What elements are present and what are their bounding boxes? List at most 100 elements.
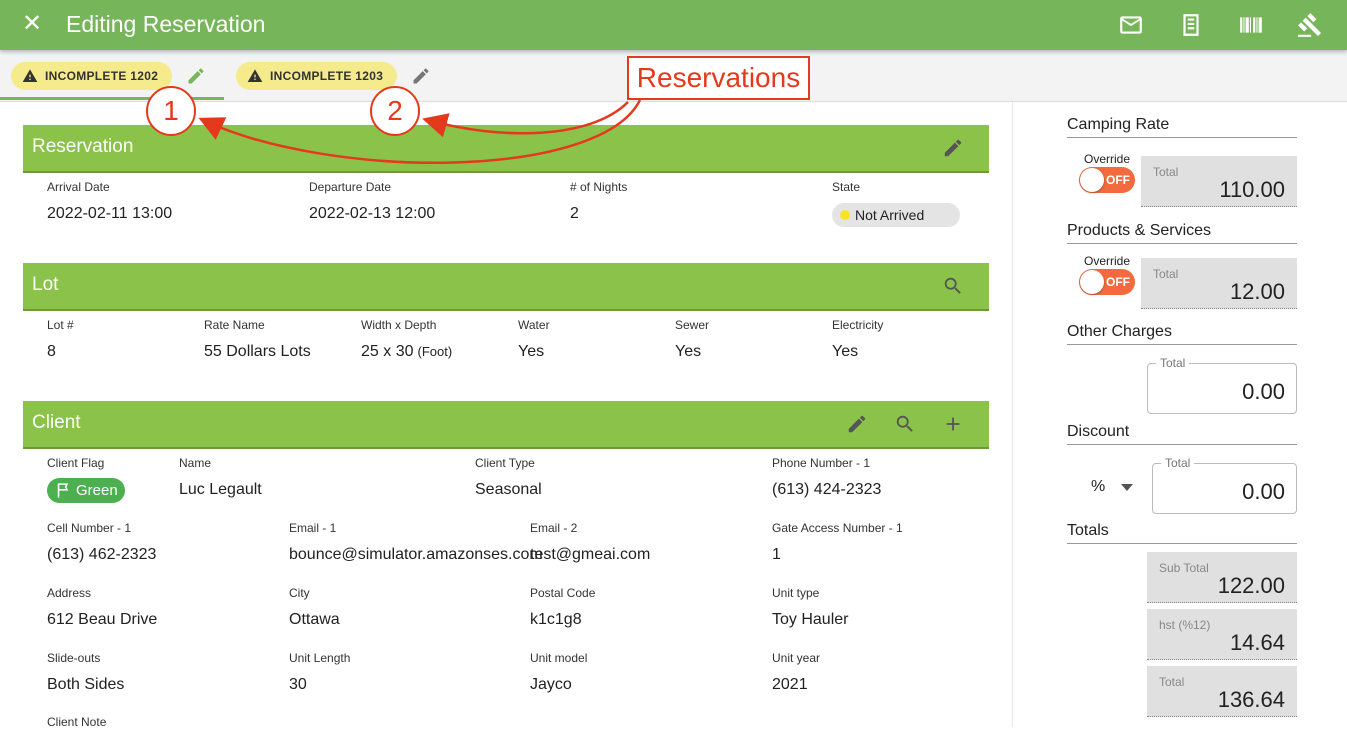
state-value: Not Arrived <box>855 207 925 223</box>
discount-type-value: % <box>1091 478 1106 495</box>
status-dot-icon <box>840 210 850 220</box>
total-value: 14.64 <box>1229 630 1285 655</box>
field-label: Unit Length <box>289 651 351 665</box>
total-label: Total <box>1156 356 1190 370</box>
edit-tab-icon[interactable] <box>186 66 206 86</box>
close-icon[interactable]: ✕ <box>22 10 42 38</box>
field-label: State <box>832 180 861 194</box>
field-label: Address <box>47 586 92 600</box>
discount-type-select[interactable]: % <box>1091 478 1141 500</box>
unit-model: Jayco <box>530 676 572 693</box>
discount-total-input[interactable]: Total 0.00 <box>1152 456 1297 514</box>
toggle-text: OFF <box>1106 173 1130 187</box>
total-value: 136.64 <box>1217 687 1285 712</box>
camping-rate-override-toggle[interactable]: OFF <box>1079 167 1135 193</box>
lot-card-header: Lot <box>23 263 989 311</box>
barcode-icon[interactable] <box>1238 12 1264 38</box>
slide-outs: Both Sides <box>47 676 125 693</box>
field-label: Phone Number - 1 <box>772 456 871 470</box>
field-label: Email - 1 <box>289 521 337 535</box>
flag-icon <box>57 483 69 498</box>
width-depth-value: 25 x 30 <box>361 343 414 360</box>
width-depth: 25 x 30 (Foot) <box>361 343 452 361</box>
override-label: Override <box>1084 152 1131 166</box>
annotation-label: Reservations <box>627 56 810 100</box>
lot-number: 8 <box>47 343 56 360</box>
gate-access: 1 <box>772 546 781 563</box>
gavel-icon[interactable] <box>1297 12 1323 38</box>
card-title: Reservation <box>32 136 134 157</box>
water: Yes <box>518 343 545 360</box>
field-label: Water <box>518 318 550 332</box>
edit-icon[interactable] <box>942 137 964 159</box>
section-title: Totals <box>1067 522 1297 544</box>
field-label: Lot # <box>47 318 74 332</box>
field-label: Rate Name <box>204 318 265 332</box>
sewer: Yes <box>675 343 702 360</box>
total-label: Total <box>1161 456 1195 470</box>
tab-incomplete-1203[interactable]: INCOMPLETE 1203 <box>236 62 398 90</box>
tab-incomplete-1202[interactable]: INCOMPLETE 1202 <box>11 62 173 90</box>
add-icon[interactable] <box>942 413 964 435</box>
products-override-toggle[interactable]: OFF <box>1079 269 1135 295</box>
total-label: Total <box>1159 675 1185 689</box>
field-label: Unit type <box>772 586 820 600</box>
total-label: Sub Total <box>1159 561 1209 575</box>
client-name: Luc Legault <box>179 481 262 498</box>
annotation-marker-1: 1 <box>146 86 196 136</box>
card-title: Lot <box>32 274 59 295</box>
page-title: Editing Reservation <box>66 11 266 37</box>
override-label: Override <box>1084 254 1131 268</box>
section-title: Products & Services <box>1067 222 1297 244</box>
field-label: Electricity <box>832 318 884 332</box>
field-label: Slide-outs <box>47 651 101 665</box>
field-label: City <box>289 586 310 600</box>
total-label: hst (%12) <box>1159 618 1211 632</box>
unit-year: 2021 <box>772 676 808 693</box>
field-label: Sewer <box>675 318 710 332</box>
city: Ottawa <box>289 611 340 628</box>
app-bar: ✕ Editing Reservation <box>0 0 1347 50</box>
field-label: Gate Access Number - 1 <box>772 521 903 535</box>
field-label: Client Flag <box>47 456 105 470</box>
field-label: Name <box>179 456 212 470</box>
rate-name: 55 Dollars Lots <box>204 343 311 360</box>
cell-number: (613) 462-2323 <box>47 546 157 563</box>
mail-icon[interactable] <box>1118 12 1144 38</box>
camping-rate-total: Total 110.00 <box>1141 156 1297 207</box>
field-label: Departure Date <box>309 180 392 194</box>
warning-icon <box>247 69 263 82</box>
state-chip: Not Arrived <box>832 203 960 227</box>
phone-number: (613) 424-2323 <box>772 481 882 498</box>
total-value: 0.00 <box>1242 479 1285 504</box>
field-label: Arrival Date <box>47 180 110 194</box>
edit-icon[interactable] <box>846 413 868 435</box>
document-icon[interactable] <box>1178 12 1204 38</box>
total-value: 110.00 <box>1219 177 1285 202</box>
field-label: Email - 2 <box>530 521 578 535</box>
warning-icon <box>22 69 38 82</box>
postal-code: k1c1g8 <box>530 611 582 628</box>
toggle-text: OFF <box>1106 275 1130 289</box>
total-value: 12.00 <box>1229 279 1285 304</box>
total-value: 122.00 <box>1217 573 1285 598</box>
edit-tab-icon[interactable] <box>411 66 431 86</box>
client-card-header: Client <box>23 401 989 449</box>
section-title: Other Charges <box>1067 323 1297 345</box>
tab-label: INCOMPLETE 1202 <box>45 69 159 83</box>
toggle-knob <box>1080 270 1104 294</box>
client-type: Seasonal <box>475 481 542 498</box>
unit-length: 30 <box>289 676 307 693</box>
total-label: Total <box>1153 267 1179 281</box>
search-icon[interactable] <box>942 275 964 297</box>
departure-date: 2022-02-13 12:00 <box>309 205 436 222</box>
email-2: test@gmeai.com <box>530 546 651 563</box>
section-title: Discount <box>1067 423 1297 445</box>
field-label: # of Nights <box>570 180 628 194</box>
card-title: Client <box>32 412 81 433</box>
total-label: Total <box>1153 165 1179 179</box>
search-icon[interactable] <box>894 413 916 435</box>
field-label: Width x Depth <box>361 318 437 332</box>
other-charges-total-input[interactable]: Total 0.00 <box>1147 356 1297 414</box>
unit-type: Toy Hauler <box>772 611 849 628</box>
